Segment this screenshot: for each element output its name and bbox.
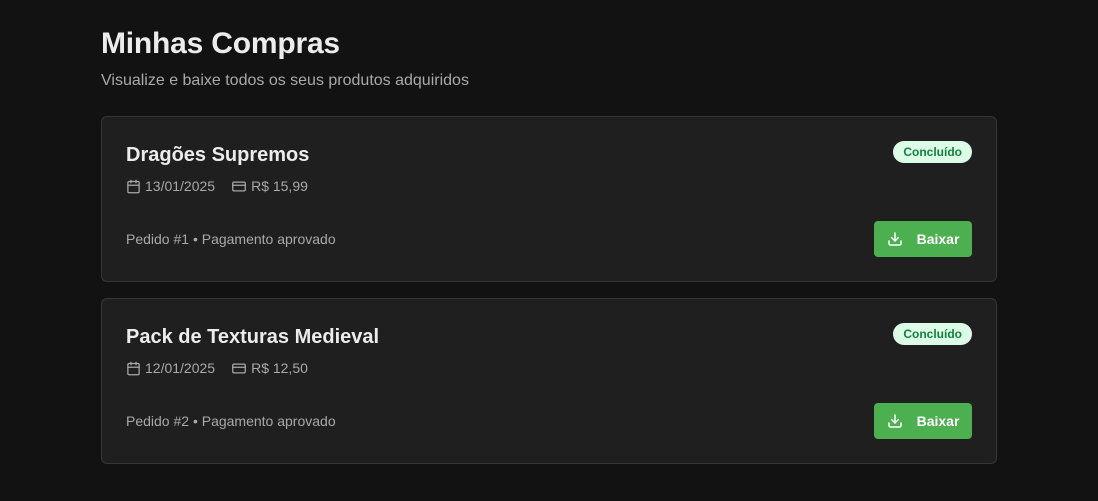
credit-card-icon	[232, 363, 246, 373]
status-badge: Concluído	[893, 323, 972, 345]
order-card: Dragões Supremos Concluído 13/01/2025 R$…	[101, 116, 997, 282]
order-info: Pedido #1 • Pagamento aprovado	[126, 231, 336, 247]
order-card: Pack de Texturas Medieval Concluído 12/0…	[101, 298, 997, 464]
credit-card-icon	[232, 181, 246, 191]
download-icon	[887, 414, 902, 428]
product-name: Pack de Texturas Medieval	[126, 326, 380, 348]
download-button[interactable]: Baixar	[874, 403, 972, 439]
order-price-text: R$ 12,50	[251, 360, 308, 376]
purchases-page: Minhas Compras Visualize e baixe todos o…	[101, 26, 997, 480]
download-icon	[887, 232, 902, 246]
order-date-text: 13/01/2025	[145, 178, 216, 194]
orders-list: Dragões Supremos Concluído 13/01/2025 R$…	[101, 116, 997, 464]
download-button-label: Baixar	[916, 231, 960, 247]
status-badge: Concluído	[893, 141, 972, 163]
order-price: R$ 12,50	[231, 359, 308, 377]
order-price: R$ 15,99	[231, 177, 308, 195]
product-name: Dragões Supremos	[126, 144, 310, 166]
order-info: Pedido #2 • Pagamento aprovado	[126, 413, 336, 429]
order-meta: 12/01/2025 R$ 12,50	[126, 359, 324, 377]
download-button-label: Baixar	[916, 413, 960, 429]
order-meta: 13/01/2025 R$ 15,99	[126, 177, 324, 195]
order-price-text: R$ 15,99	[251, 178, 308, 194]
order-date-text: 12/01/2025	[145, 360, 216, 376]
calendar-icon	[127, 179, 140, 193]
page-subtitle: Visualize e baixe todos os seus produtos…	[101, 72, 469, 89]
page-title: Minhas Compras	[101, 27, 340, 60]
order-date: 13/01/2025	[126, 177, 215, 195]
calendar-icon	[127, 361, 140, 375]
order-date: 12/01/2025	[126, 359, 215, 377]
download-button[interactable]: Baixar	[874, 221, 972, 257]
